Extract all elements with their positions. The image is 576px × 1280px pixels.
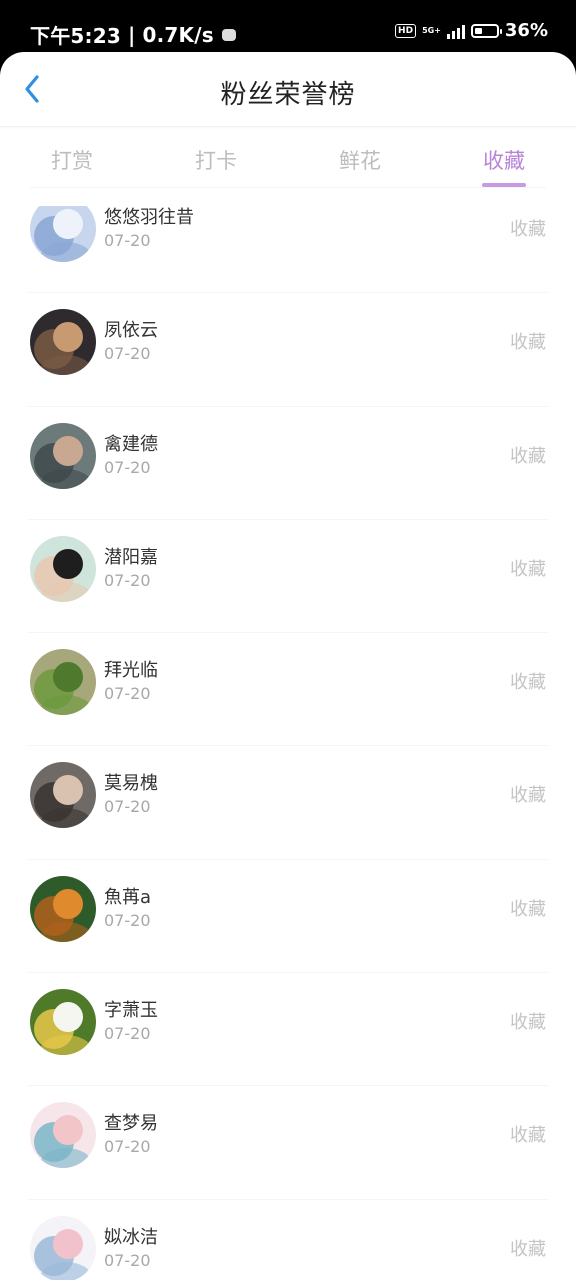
user-name: 潜阳嘉 [104,546,158,568]
list-item[interactable]: 莫易槐 07-20 收藏 [28,746,548,860]
avatar[interactable] [30,309,96,376]
action-label: 收藏 [510,672,546,694]
item-date: 07-20 [104,797,151,817]
tab-label: 鲜花 [339,149,381,173]
item-date: 07-20 [104,570,151,590]
user-name: 夙依云 [104,320,158,342]
action-label: 收藏 [510,1125,546,1147]
list-item[interactable]: 潜阳嘉 07-20 收藏 [28,520,548,634]
user-name: 悠悠羽往昔 [104,207,194,228]
battery-percent: 36% [504,20,548,41]
item-date: 07-20 [104,684,151,704]
tab-2[interactable]: 鲜花 [288,127,432,187]
item-date: 07-20 [104,344,151,364]
tab-label: 收藏 [483,149,525,173]
fan-list: 悠悠羽往昔 07-20 收藏 夙依云 07-20 收藏 禽建德 07-20 收藏 潜阳嘉 07-20… [0,206,576,1280]
user-name: 字萧玉 [104,1000,158,1022]
list-item[interactable]: 魚苒a 07-20 收藏 [28,860,548,974]
tab-0[interactable]: 打赏 [0,127,144,187]
tab-3[interactable]: 收藏 [432,127,576,187]
signal-icon [446,23,465,39]
action-label: 收藏 [510,1012,546,1034]
item-date: 07-20 [104,910,151,930]
hd-icon: HD [395,23,417,38]
user-name: 姒冰洁 [104,1226,158,1248]
user-name: 查梦易 [104,1113,158,1135]
status-bar: 下午5:23 | 0.7K/s HD 5G+ 36% [0,0,576,56]
item-date: 07-20 [104,1024,151,1044]
avatar[interactable] [30,422,96,489]
list-item[interactable]: 查梦易 07-20 收藏 [28,1086,548,1200]
avatar[interactable] [30,875,96,942]
page-sheet: 粉丝荣誉榜 打赏 打卡 鲜花 收藏 悠悠羽往昔 07-20 收藏 夙依云 07-20 收藏 禽建德… [0,52,576,1280]
action-label: 收藏 [510,898,546,920]
tab-1[interactable]: 打卡 [144,127,288,187]
list-item[interactable]: 姒冰洁 07-20 收藏 [28,1200,548,1280]
app-screen: 下午5:23 | 0.7K/s HD 5G+ 36% 粉丝荣誉榜 打赏 打卡 鲜… [0,0,576,1280]
avatar[interactable] [30,206,96,262]
active-tab-indicator [482,183,526,187]
item-date: 07-20 [104,457,151,477]
avatar[interactable] [30,535,96,602]
avatar[interactable] [30,649,96,716]
avatar[interactable] [30,1102,96,1169]
item-date: 07-20 [104,1137,151,1157]
action-label: 收藏 [510,219,546,240]
list-item[interactable]: 字萧玉 07-20 收藏 [28,973,548,1087]
item-date: 07-20 [104,231,151,250]
user-name: 禽建德 [104,433,158,455]
tab-label: 打赏 [51,149,93,173]
item-date: 07-20 [104,1250,151,1270]
list-item[interactable]: 悠悠羽往昔 07-20 收藏 [28,206,548,294]
avatar[interactable] [30,989,96,1056]
fan-list-inner: 悠悠羽往昔 07-20 收藏 夙依云 07-20 收藏 禽建德 07-20 收藏 潜阳嘉 07-20… [0,206,576,1280]
action-label: 收藏 [510,445,546,467]
status-separator: | [127,22,136,47]
header: 粉丝荣誉榜 [0,52,576,127]
action-label: 收藏 [510,332,546,354]
list-item[interactable]: 夙依云 07-20 收藏 [28,293,548,407]
list-item[interactable]: 禽建德 07-20 收藏 [28,407,548,520]
action-label: 收藏 [510,785,546,807]
battery-level [474,27,482,34]
battery-icon [470,23,502,38]
avatar[interactable] [30,1215,96,1280]
user-name: 拜光临 [104,660,158,682]
action-label: 收藏 [510,1238,546,1260]
status-time: 下午5:23 [30,24,121,48]
page-title: 粉丝荣誉榜 [220,80,356,110]
network-type-icon: 5G+ [422,26,441,35]
notification-icon [221,28,236,41]
list-item[interactable]: 拜光临 07-20 收藏 [28,633,548,747]
tab-bar: 打赏 打卡 鲜花 收藏 [0,127,576,188]
status-right: HD 5G+ 36% [395,20,548,41]
user-name: 魚苒a [104,886,152,908]
avatar[interactable] [30,762,96,829]
tab-label: 打卡 [195,149,237,173]
status-left: 下午5:23 | 0.7K/s [30,20,236,49]
network-speed: 0.7K/s [142,22,214,47]
user-name: 莫易槐 [104,773,158,795]
action-label: 收藏 [510,558,546,580]
